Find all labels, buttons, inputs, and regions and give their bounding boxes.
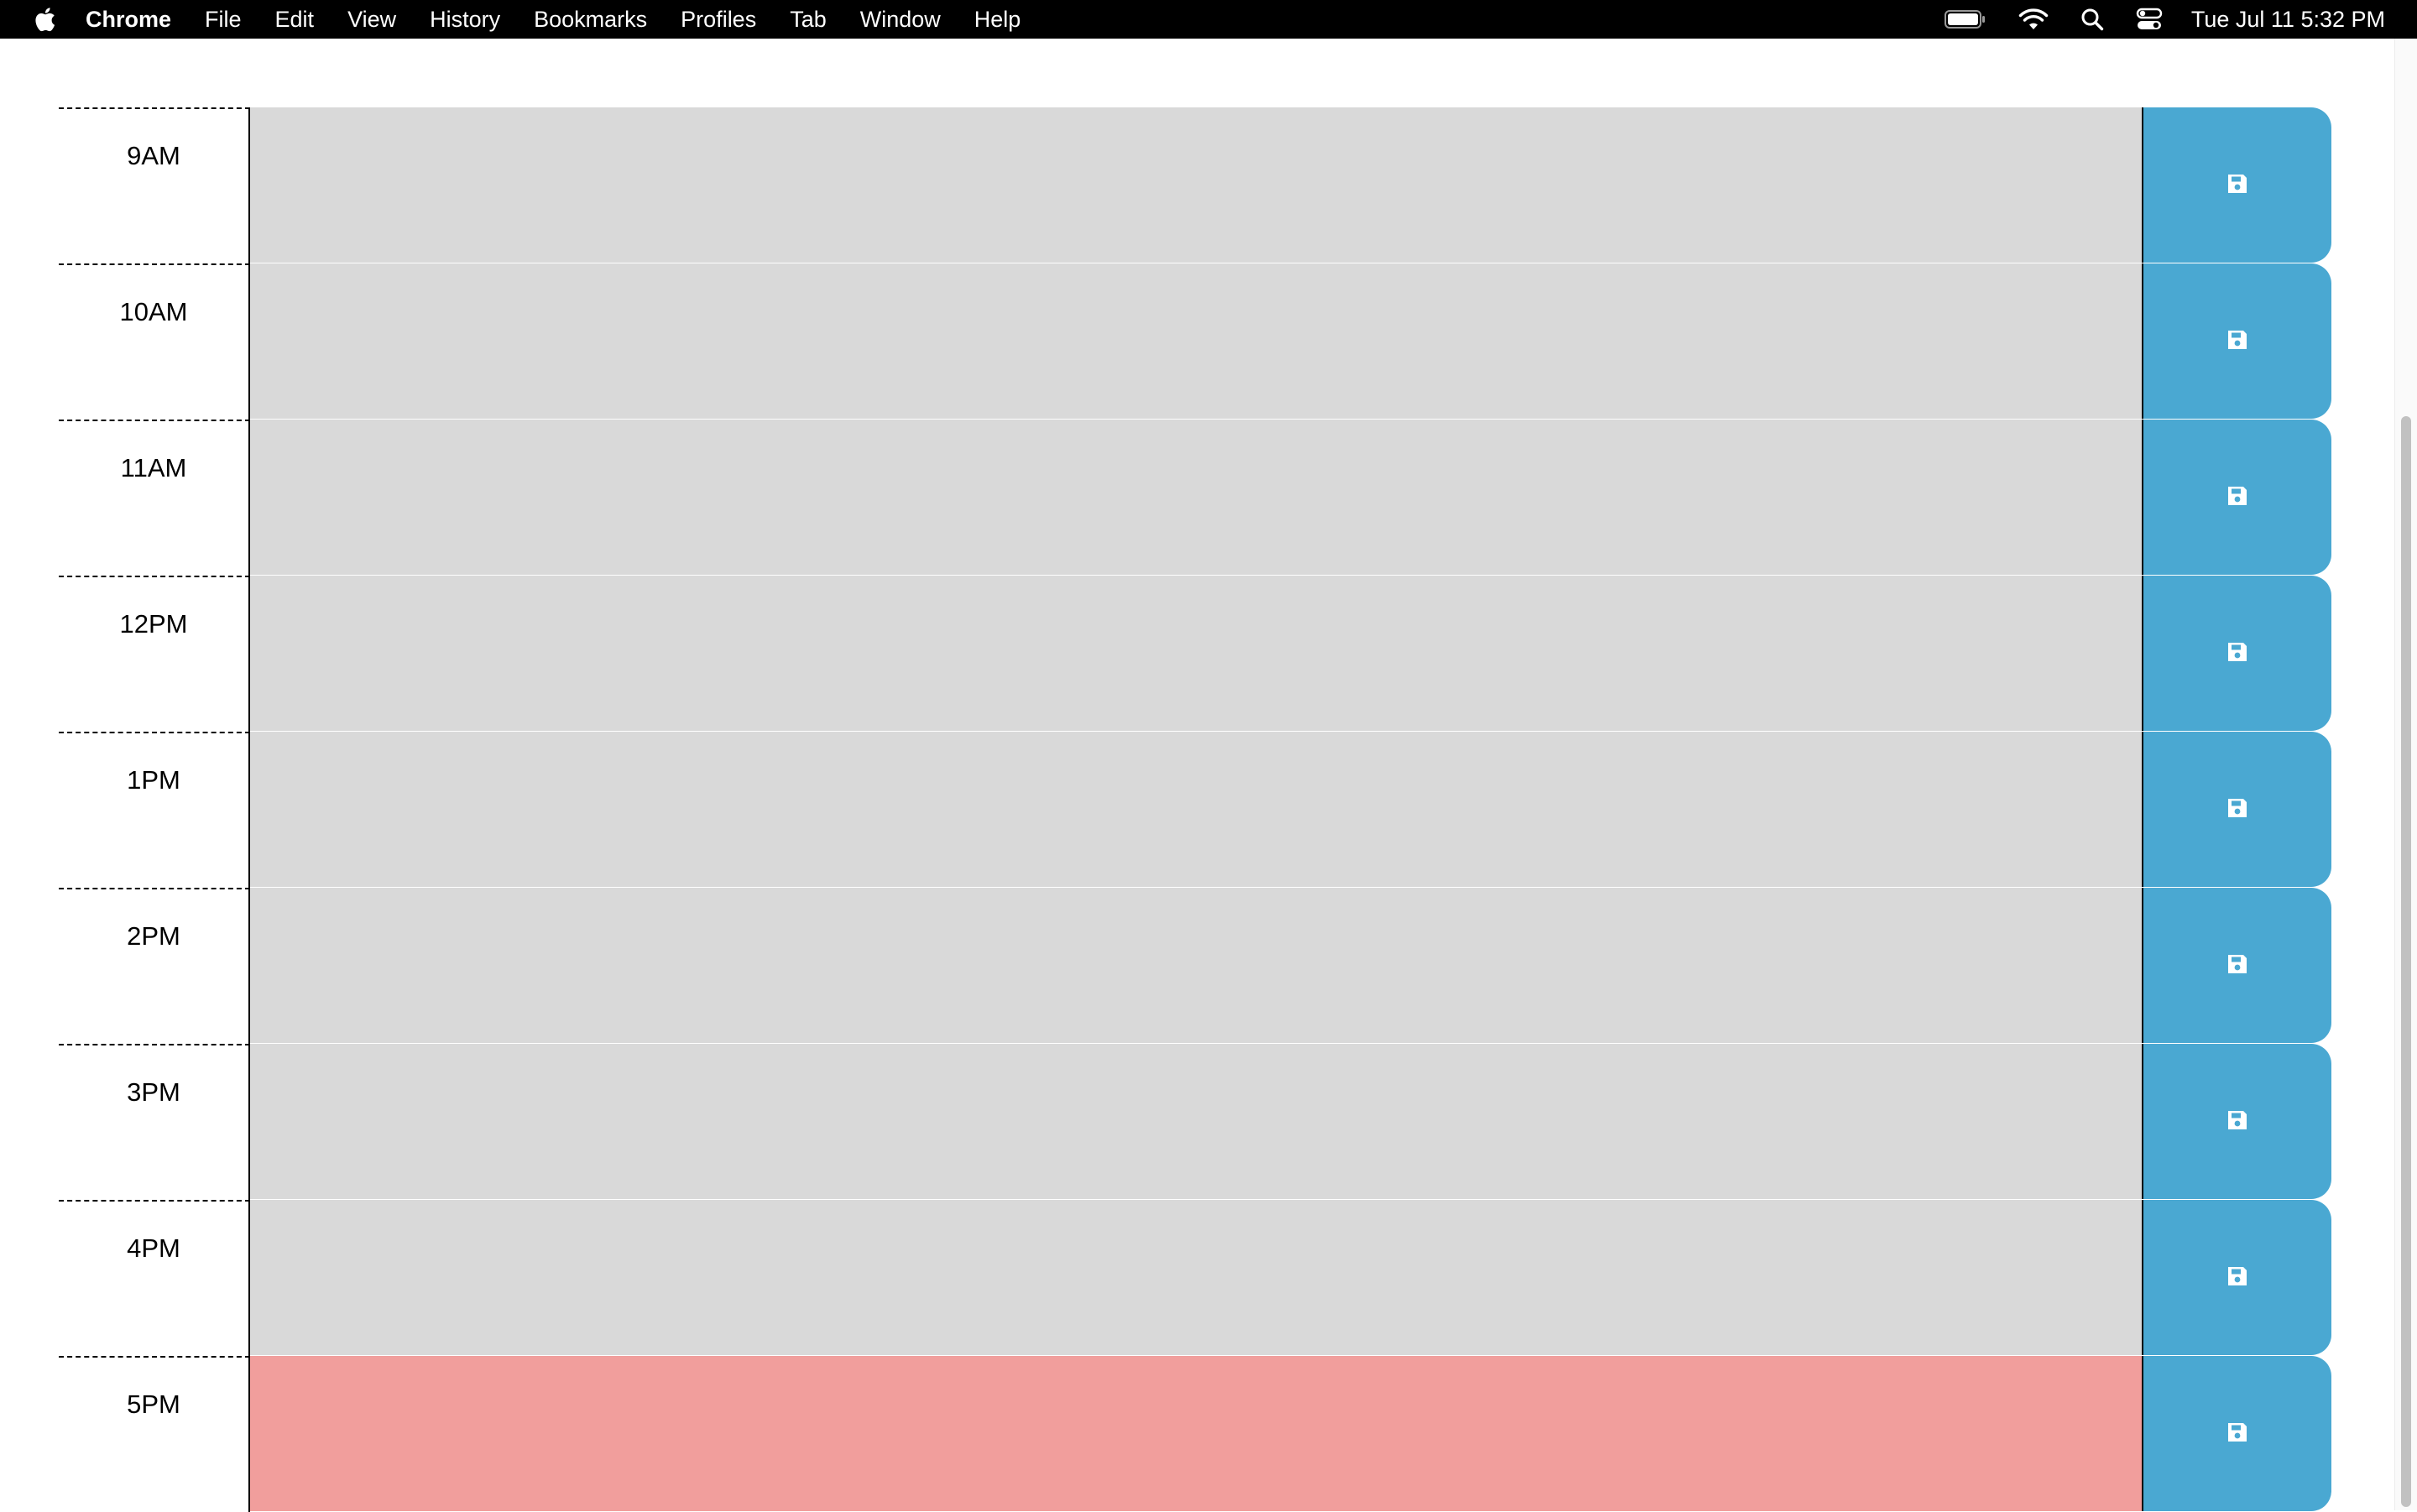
hour-label: 10AM — [59, 263, 250, 420]
time-block-row-2pm: 2PM — [59, 888, 2331, 1044]
spotlight-search-icon[interactable] — [2080, 8, 2104, 31]
time-block-row-11am: 11AM — [59, 420, 2331, 576]
save-button[interactable] — [2142, 263, 2331, 419]
save-button[interactable] — [2142, 1200, 2331, 1355]
floppy-disk-icon — [2226, 1421, 2249, 1447]
task-input[interactable] — [250, 576, 2142, 732]
hour-label: 12PM — [59, 576, 250, 732]
menubar-clock[interactable]: Tue Jul 11 5:32 PM — [2191, 7, 2385, 33]
save-button[interactable] — [2142, 107, 2331, 263]
hour-label: 9AM — [59, 107, 250, 263]
menu-app-name[interactable]: Chrome — [86, 7, 171, 33]
menu-history[interactable]: History — [430, 7, 500, 33]
time-block-row-12pm: 12PM — [59, 576, 2331, 732]
floppy-disk-icon — [2226, 1264, 2249, 1290]
task-input[interactable] — [250, 420, 2142, 576]
time-block-row-3pm: 3PM — [59, 1044, 2331, 1200]
menu-edit[interactable]: Edit — [275, 7, 315, 33]
task-input[interactable] — [250, 107, 2142, 263]
menu-file[interactable]: File — [205, 7, 242, 33]
hour-label: 11AM — [59, 420, 250, 576]
task-input[interactable] — [250, 1356, 2142, 1512]
task-input[interactable] — [250, 732, 2142, 888]
menu-view[interactable]: View — [347, 7, 396, 33]
task-input[interactable] — [250, 263, 2142, 420]
menu-bookmarks[interactable]: Bookmarks — [534, 7, 647, 33]
floppy-disk-icon — [2226, 952, 2249, 978]
hour-label: 1PM — [59, 732, 250, 888]
floppy-disk-icon — [2226, 796, 2249, 822]
time-block-row-1pm: 1PM — [59, 732, 2331, 888]
save-button[interactable] — [2142, 576, 2331, 731]
time-block-row-10am: 10AM — [59, 263, 2331, 420]
menu-help[interactable]: Help — [974, 7, 1021, 33]
time-block-row-5pm: 5PM — [59, 1356, 2331, 1512]
time-block-row-9am: 9AM — [59, 107, 2331, 263]
floppy-disk-icon — [2226, 640, 2249, 666]
hour-label: 2PM — [59, 888, 250, 1044]
save-button[interactable] — [2142, 888, 2331, 1043]
save-button[interactable] — [2142, 420, 2331, 575]
time-block-row-4pm: 4PM — [59, 1200, 2331, 1356]
vertical-scrollbar[interactable] — [2394, 39, 2417, 1510]
apple-logo-icon[interactable] — [32, 5, 57, 34]
battery-icon[interactable] — [1944, 9, 1986, 29]
wifi-icon[interactable] — [2018, 8, 2049, 31]
menu-bar: Chrome File Edit View History Bookmarks … — [0, 0, 2417, 39]
floppy-disk-icon — [2226, 172, 2249, 198]
hour-label: 4PM — [59, 1200, 250, 1356]
menu-profiles[interactable]: Profiles — [681, 7, 756, 33]
menu-tab[interactable]: Tab — [790, 7, 827, 33]
hour-label: 5PM — [59, 1356, 250, 1512]
save-button[interactable] — [2142, 1356, 2331, 1511]
save-button[interactable] — [2142, 732, 2331, 887]
menu-window[interactable]: Window — [860, 7, 941, 33]
task-input[interactable] — [250, 888, 2142, 1044]
scrollbar-thumb[interactable] — [2401, 416, 2411, 1507]
status-area: Tue Jul 11 5:32 PM — [1913, 0, 2385, 39]
floppy-disk-icon — [2226, 328, 2249, 354]
hour-label: 3PM — [59, 1044, 250, 1200]
save-button[interactable] — [2142, 1044, 2331, 1199]
task-input[interactable] — [250, 1044, 2142, 1200]
task-input[interactable] — [250, 1200, 2142, 1356]
control-center-icon[interactable] — [2136, 8, 2163, 31]
floppy-disk-icon — [2226, 1108, 2249, 1134]
day-planner: 9AM 10AM 11AM 12PM 1PM 2PM 3PM 4PM 5PM — [59, 107, 2331, 1512]
floppy-disk-icon — [2226, 484, 2249, 510]
page-viewport: 9AM 10AM 11AM 12PM 1PM 2PM 3PM 4PM 5PM — [0, 39, 2395, 1512]
